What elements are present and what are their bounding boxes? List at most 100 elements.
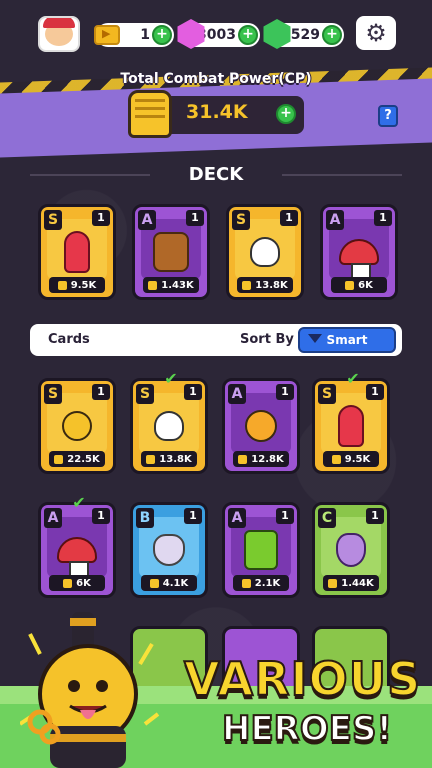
settings-button[interactable]: ⚙ [356,16,396,50]
card-power: 1.44K [323,575,379,591]
card-power-value: 22.5K [67,453,100,465]
card-rank-badge: B [136,508,154,528]
add-pink-gems-button[interactable]: + [238,25,258,45]
hero-card[interactable]: S 1 9.5K ✔ [312,371,390,474]
card-power-value: 6K [76,577,91,589]
card-rank-badge: S [232,210,250,230]
hero-card[interactable]: A 1 1.43K [132,204,210,300]
avatar-face-icon [43,18,75,46]
card-rank-badge: A [228,384,246,404]
rocket-icon [338,405,364,447]
card-power-value: 4.1K [162,577,189,589]
card-power: 2.1K [233,575,289,591]
green-gem-counter: 3529 + [263,19,344,49]
hero-card[interactable]: A 1 2.1K [222,502,300,598]
card-level-badge: 1 [366,508,384,524]
hero-card[interactable]: A 1 6K ✔ [38,495,116,598]
card-power-value: 9.5K [344,453,371,465]
card-power: 4.1K [141,575,197,591]
card-rank-badge: S [44,384,62,404]
card-level-badge: 1 [280,210,298,226]
card-level-badge: 1 [184,384,202,400]
hero-card[interactable]: A 1 6K [320,204,398,300]
card-rank-badge: A [138,210,156,230]
combat-power-title: Total Combat Power(CP) [120,71,312,87]
promo-headline: VARIOUS [183,651,422,707]
card-rank-badge: S [318,384,336,404]
card-level-badge: 1 [366,384,384,400]
card-level-badge: 1 [186,210,204,226]
player-avatar[interactable] [38,16,80,52]
card-rank-badge: C [318,508,336,528]
hero-card[interactable]: S 1 22.5K [38,378,116,474]
card-power: 6K [331,277,387,293]
fist-icon [149,578,159,588]
card-power-value: 9.5K [70,279,97,291]
card-rank-badge: A [44,508,62,528]
add-green-gems-button[interactable]: + [322,25,342,45]
card-power: 9.5K [49,277,105,293]
card-power-value: 1.44K [341,577,374,589]
ticket-icon [94,25,120,45]
checkmark-icon: ✔ [72,493,86,512]
card-power: 13.8K [237,277,293,293]
pink-gem-counter: 3003 + [177,19,260,49]
card-level-badge: 1 [92,210,110,226]
fist-icon [331,454,341,464]
hero-card[interactable]: B 1 4.1K [130,502,208,598]
card-power-value: 6K [358,279,373,291]
add-tickets-button[interactable]: + [152,25,172,45]
checkmark-icon: ✔ [164,369,178,388]
combat-power-value: 31.4K [186,101,248,123]
ninja-icon [245,410,277,442]
hero-card[interactable]: S 1 13.8K [226,204,304,300]
hero-card[interactable]: S 1 13.8K ✔ [130,371,208,474]
sort-dropdown[interactable]: Smart [298,327,396,353]
fist-icon [345,280,355,290]
card-power-value: 13.8K [255,279,288,291]
fist-icon [54,454,64,464]
bomb-hero-mascot [20,612,160,768]
fist-icon [241,578,251,588]
ticket-counter: 1 + [94,23,174,47]
fist-icon [148,280,158,290]
hero-card[interactable]: A 1 12.8K [222,378,300,474]
sort-value: Smart [326,333,368,347]
card-level-badge: 1 [92,384,110,400]
pink-gem-icon [177,19,205,49]
card-level-badge: 1 [184,508,202,524]
skull-icon [154,411,184,441]
card-power: 1.43K [143,277,199,293]
card-power-value: 13.8K [159,453,192,465]
hero-card[interactable]: S 1 9.5K [38,204,116,300]
promo-subheadline: HEROES! [221,708,393,750]
card-power-value: 2.1K [254,577,281,589]
card-power: 22.5K [49,451,105,467]
card-rank-badge: S [44,210,62,230]
fist-icon [63,578,73,588]
combat-power-plus-button[interactable]: + [276,104,296,124]
top-bar: 1 + 3003 + 3529 + ⚙ [0,16,432,56]
fist-icon [146,454,156,464]
fist-icon [242,280,252,290]
card-level-badge: 1 [92,508,110,524]
card-level-badge: 1 [276,508,294,524]
fist-icon [128,90,172,138]
card-power: 6K [49,575,105,591]
fist-icon [57,280,67,290]
fist-icon [328,578,338,588]
cat-icon [153,534,185,566]
card-level-badge: 1 [374,210,392,226]
skull-icon [250,237,280,267]
card-rank-badge: A [228,508,246,528]
card-rank-badge: A [326,210,344,230]
rocket-icon [64,231,90,273]
hero-card[interactable]: C 1 1.44K [312,502,390,598]
help-button[interactable]: ? [378,105,398,127]
purple-cat-icon [336,533,366,567]
sort-by-label: Sort By [240,332,294,347]
cards-label: Cards [48,332,90,347]
cards-sort-bar: Cards Sort By Smart [30,324,402,356]
card-power-value: 1.43K [161,279,194,291]
card-rank-badge: S [136,384,154,404]
